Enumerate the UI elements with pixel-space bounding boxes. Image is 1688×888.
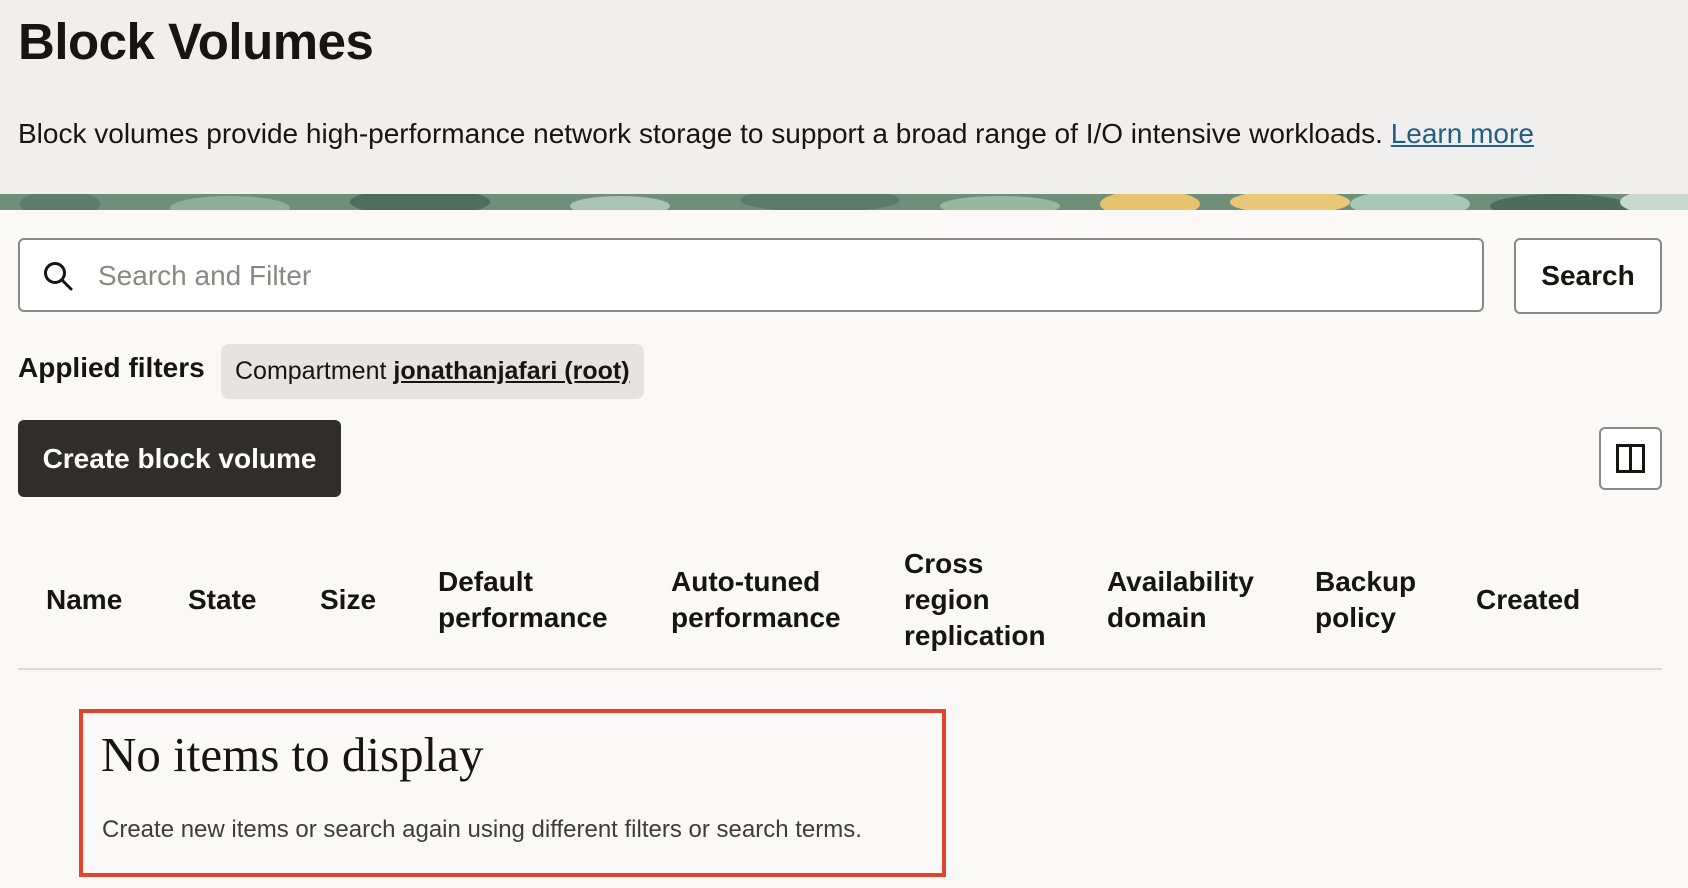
table-header-divider: [18, 668, 1662, 670]
column-header-backup-policy[interactable]: Backup policy: [1315, 564, 1416, 636]
column-header-state[interactable]: State: [188, 582, 256, 618]
decorative-banner: [0, 194, 1688, 210]
column-header-default-performance[interactable]: Default performance: [438, 564, 608, 636]
search-input[interactable]: [96, 250, 1460, 302]
learn-more-link[interactable]: Learn more: [1391, 118, 1534, 149]
page-header: Block Volumes Block volumes provide high…: [0, 0, 1688, 194]
column-header-cross-region-replication[interactable]: Cross region replication: [904, 546, 1046, 654]
column-header-availability-domain[interactable]: Availability domain: [1107, 564, 1254, 636]
column-header-size[interactable]: Size: [320, 582, 376, 618]
filter-chip-name: Compartment: [235, 357, 387, 385]
search-icon: [42, 260, 74, 292]
page-description: Block volumes provide high-performance n…: [18, 118, 1534, 150]
filter-chip-value[interactable]: jonathanjafari (root): [393, 357, 629, 385]
column-header-auto-tuned-performance[interactable]: Auto-tuned performance: [671, 564, 841, 636]
columns-icon: [1616, 444, 1645, 473]
search-box[interactable]: [18, 238, 1484, 312]
page-description-text: Block volumes provide high-performance n…: [18, 118, 1383, 149]
page-title: Block Volumes: [18, 13, 374, 70]
empty-state-description: Create new items or search again using d…: [102, 816, 862, 843]
column-header-name[interactable]: Name: [46, 582, 122, 618]
manage-columns-button[interactable]: [1599, 427, 1662, 490]
filter-chip-compartment[interactable]: Compartment jonathanjafari (root): [221, 344, 644, 399]
empty-state-title: No items to display: [101, 727, 484, 782]
search-button[interactable]: Search: [1514, 238, 1662, 314]
applied-filters-label: Applied filters: [18, 352, 205, 383]
create-block-volume-button[interactable]: Create block volume: [18, 420, 341, 497]
column-header-created[interactable]: Created: [1476, 582, 1580, 618]
